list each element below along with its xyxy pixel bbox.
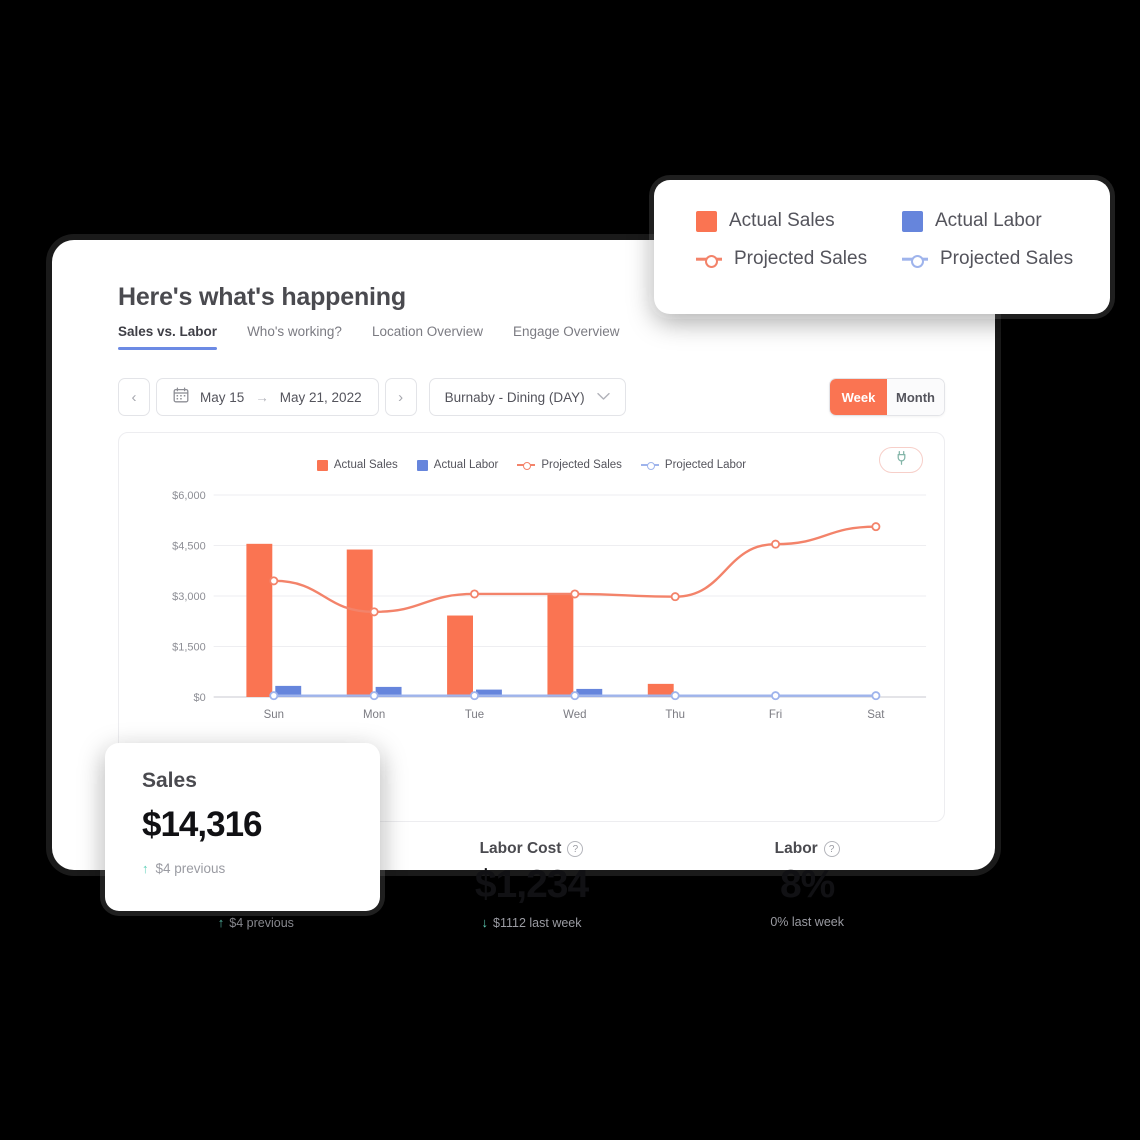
svg-text:Sat: Sat (867, 709, 885, 721)
help-icon[interactable]: ? (823, 841, 840, 857)
date-controls: ‹ May 15 → May 21, 2022 › Burnaby - Dini… (118, 378, 626, 416)
svg-text:Fri: Fri (769, 709, 782, 721)
callout-item-projected-labor[interactable]: Projected Sales (902, 248, 1073, 270)
legend-label: Actual Sales (333, 459, 398, 471)
callout-item-actual-labor[interactable]: Actual Labor (902, 210, 1042, 232)
legend-callout-row: Projected Sales Projected Sales (696, 248, 1110, 270)
stat-sub-label: $4 previous (229, 915, 294, 930)
callout-label: Projected Sales (734, 248, 868, 269)
location-label: Burnaby - Dining (DAY) (444, 389, 585, 405)
svg-text:$4,500: $4,500 (172, 540, 206, 552)
sales-callout-subtext: ↑ $4 previous (142, 861, 380, 876)
screenshot-stage: Here's what's happening Sales vs. Labor … (0, 0, 1140, 1140)
actual-sales-swatch-icon (696, 210, 717, 232)
stat-value: $1,234 (474, 863, 589, 906)
legend-item-actual-labor[interactable]: Actual Labor (416, 459, 499, 471)
trend-up-icon: ↑ (217, 915, 225, 930)
toolbar: ‹ May 15 → May 21, 2022 › Burnaby - Dini… (118, 378, 945, 416)
projected-labor-line-icon (902, 251, 928, 268)
date-arrow-icon: → (255, 389, 269, 405)
svg-text:$1,500: $1,500 (172, 641, 206, 653)
stat-title-label: Labor (774, 840, 818, 857)
actual-labor-swatch-icon (902, 210, 923, 232)
chevron-down-icon (596, 388, 610, 406)
tab-location-overview[interactable]: Location Overview (372, 324, 483, 350)
tab-label: Sales vs. Labor (118, 324, 218, 339)
legend-label: Projected Labor (664, 459, 747, 471)
trend-up-icon: ↑ (142, 861, 149, 876)
svg-text:$3,000: $3,000 (172, 591, 206, 603)
tab-whos-working[interactable]: Who's working? (247, 324, 342, 350)
stat-subtext: ↓ $1112 last week (394, 915, 670, 930)
tab-engage-overview[interactable]: Engage Overview (513, 324, 620, 350)
help-icon[interactable]: ? (567, 841, 584, 857)
svg-text:Wed: Wed (563, 709, 586, 721)
svg-text:$6,000: $6,000 (172, 490, 206, 502)
projected-sales-line-icon (517, 460, 535, 471)
range-option-label: Month (896, 389, 935, 405)
range-option-label: Week (841, 389, 876, 405)
sales-callout-title: Sales (142, 769, 197, 792)
stat-title: Labor ? (669, 840, 945, 858)
page-title: Here's what's happening (118, 283, 406, 311)
previous-period-button[interactable]: ‹ (118, 378, 150, 416)
sales-callout-sub-label: $4 previous (155, 861, 226, 876)
actual-labor-swatch-icon (416, 459, 428, 471)
plug-button[interactable] (879, 447, 923, 473)
date-range-picker[interactable]: May 15 → May 21, 2022 (156, 378, 379, 416)
stat-value: 8% (779, 863, 835, 906)
tab-label: Engage Overview (513, 324, 620, 339)
stat-subtext: 0% last week (669, 915, 945, 929)
stat-subtext: ↑ $4 previous (118, 915, 394, 930)
callout-label: Projected Sales (940, 248, 1074, 269)
date-end-label: May 21, 2022 (279, 389, 362, 405)
callout-label: Actual Sales (729, 210, 835, 231)
legend-label: Projected Sales (541, 459, 622, 471)
actual-sales-swatch-icon (316, 459, 328, 471)
location-select[interactable]: Burnaby - Dining (DAY) (428, 378, 626, 416)
date-start-label: May 15 (200, 389, 245, 405)
sales-callout-value: $14,316 (142, 805, 263, 844)
tab-bar: Sales vs. Labor Who's working? Location … (118, 324, 650, 350)
chart-plot-area: $0 $1,500 $3,000 $4,500 $6,000 Sun Mon Tue Wed Th… (119, 485, 944, 731)
tab-sales-vs-labor[interactable]: Sales vs. Labor (118, 324, 218, 350)
tab-label: Who's working? (247, 324, 342, 339)
tab-label: Location Overview (371, 324, 483, 339)
callout-label: Actual Labor (935, 210, 1042, 231)
chart-legend: Actual Sales Actual Labor Projected Sale… (119, 459, 944, 471)
stat-labor-cost: Labor Cost ? $1,234 ↓ $1112 last week (394, 840, 670, 950)
range-option-month[interactable]: Month (887, 379, 944, 415)
projected-labor-line-icon (641, 460, 659, 471)
projected-sales-line-icon (696, 251, 722, 268)
calendar-icon (173, 387, 189, 408)
callout-item-actual-sales[interactable]: Actual Sales (696, 210, 902, 232)
svg-text:Sun: Sun (264, 709, 284, 721)
stat-sub-label: 0% last week (770, 915, 844, 929)
legend-callout: Actual Sales Actual Labor Projected Sale… (654, 180, 1110, 314)
legend-item-projected-sales[interactable]: Projected Sales (517, 459, 622, 471)
stat-title-label: Labor Cost (479, 840, 562, 857)
chevron-left-icon: ‹ (131, 388, 137, 406)
plug-icon (894, 450, 909, 471)
chevron-right-icon: › (398, 388, 404, 406)
svg-text:Thu: Thu (665, 709, 685, 721)
callout-item-projected-sales[interactable]: Projected Sales (696, 248, 902, 270)
legend-label: Actual Labor (433, 459, 499, 471)
range-option-week[interactable]: Week (830, 379, 887, 415)
trend-down-icon: ↓ (481, 915, 489, 930)
legend-callout-row: Actual Sales Actual Labor (696, 210, 1110, 232)
svg-text:$0: $0 (194, 692, 206, 704)
sales-labor-chart: $0 $1,500 $3,000 $4,500 $6,000 Sun Mon Tue Wed Th… (172, 490, 927, 721)
legend-item-actual-sales[interactable]: Actual Sales (316, 459, 398, 471)
svg-text:Tue: Tue (465, 709, 484, 721)
stat-title: Labor Cost ? (394, 840, 670, 858)
legend-item-projected-labor[interactable]: Projected Labor (641, 459, 746, 471)
svg-text:Mon: Mon (363, 709, 385, 721)
stat-sub-label: $1112 last week (493, 915, 582, 930)
stat-labor: Labor ? 8% 0% last week (669, 840, 945, 950)
next-period-button[interactable]: › (384, 378, 417, 416)
sales-callout: Sales $14,316 ↑ $4 previous (105, 743, 380, 911)
range-toggle: Week Month (829, 378, 945, 416)
